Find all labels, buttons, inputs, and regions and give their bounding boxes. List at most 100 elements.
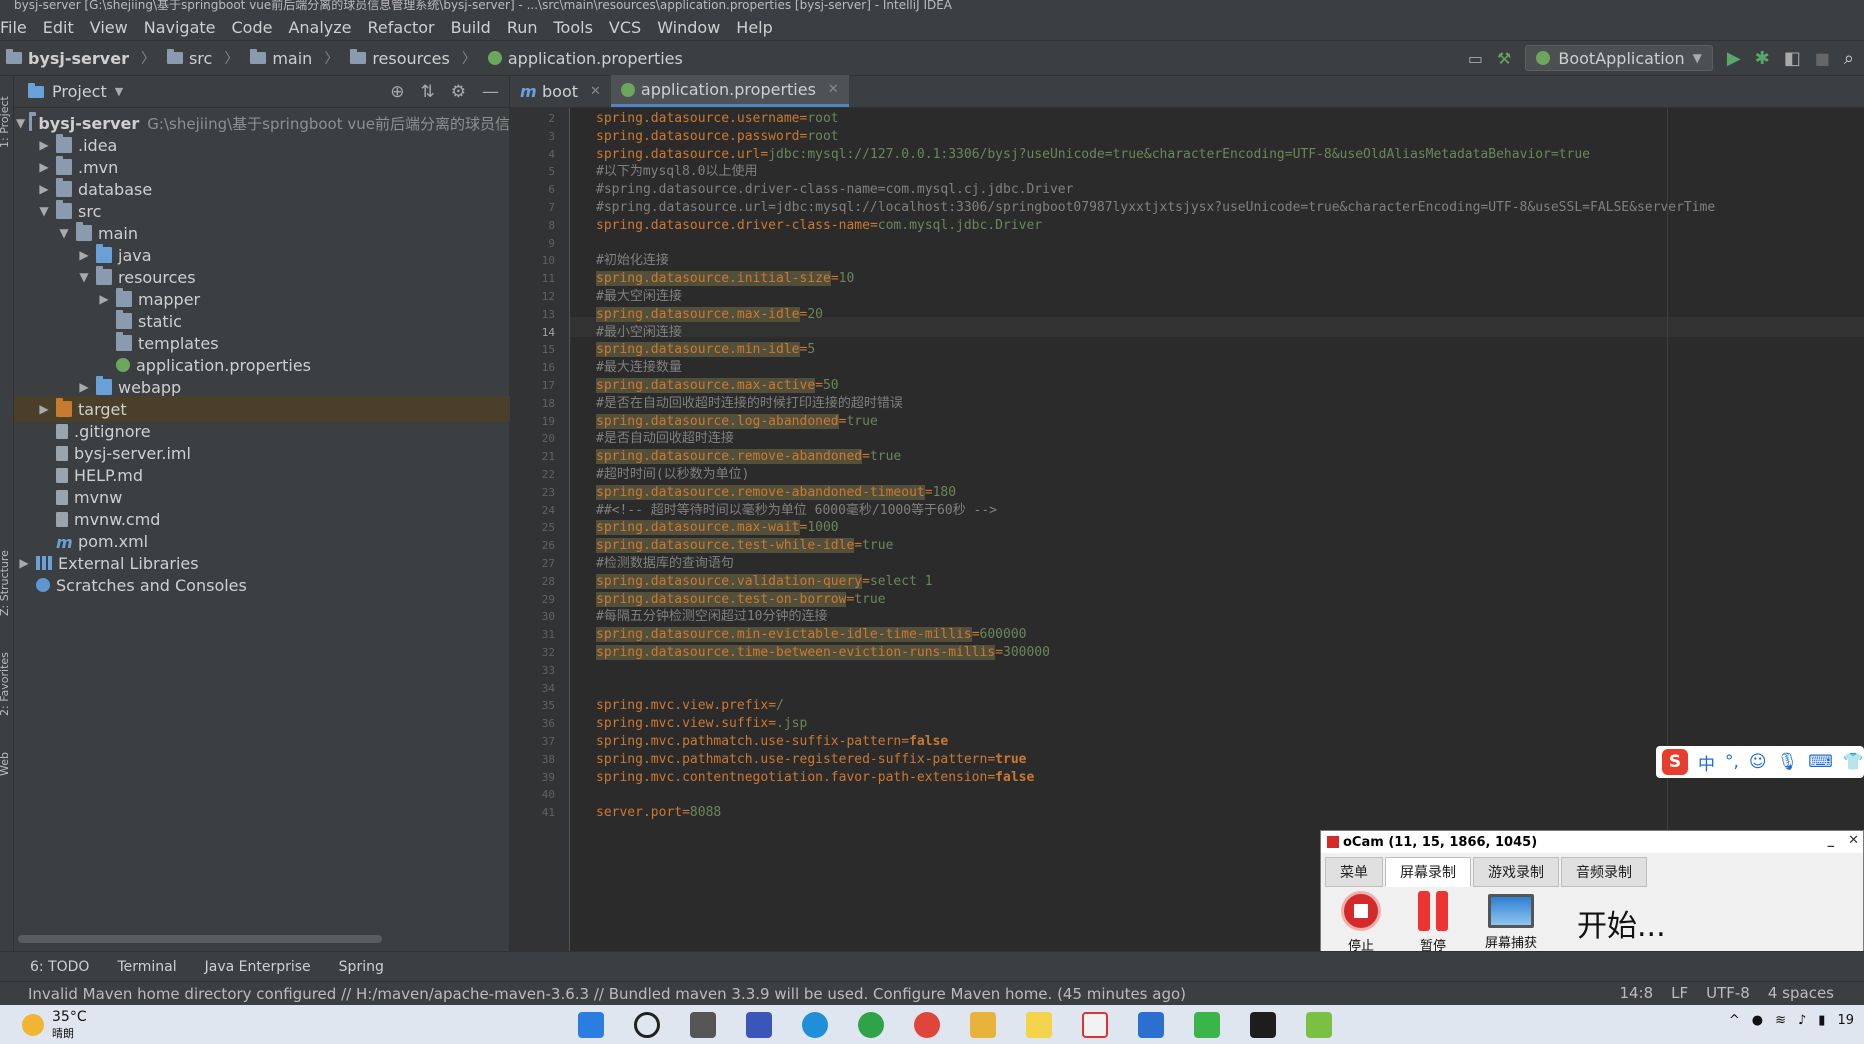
ocam-tab-menu[interactable]: 菜单 (1325, 857, 1383, 887)
screen-capture-button[interactable]: 屏幕捕获 (1485, 894, 1537, 951)
microphone-icon[interactable]: 🎙 (1777, 752, 1799, 772)
close-icon[interactable]: ✕ (1848, 833, 1859, 848)
sogou-logo[interactable]: S (1662, 749, 1688, 775)
breadcrumb-main[interactable]: main (272, 49, 312, 68)
close-icon[interactable]: ✕ (590, 84, 601, 99)
menu-navigate[interactable]: Navigate (136, 18, 224, 37)
wifi-icon[interactable]: ≋ (1775, 1013, 1786, 1028)
expand-arrow-icon[interactable]: ▶ (36, 182, 52, 196)
chevron-down-icon[interactable]: ▼ (115, 85, 123, 98)
minimize-icon[interactable]: _ (1828, 833, 1835, 848)
tab-application-properties[interactable]: application.properties ✕ (610, 75, 849, 107)
collapse-all-icon[interactable]: ⇅ (421, 82, 435, 102)
search-icon[interactable] (634, 1012, 660, 1038)
punctuation-icon[interactable]: °, (1725, 752, 1739, 772)
menu-run[interactable]: Run (499, 18, 546, 37)
emoji-icon[interactable]: ☺ (1749, 752, 1767, 772)
side-tab-favorites[interactable]: 2: Favorites (0, 652, 11, 716)
menu-code[interactable]: Code (224, 18, 281, 37)
expand-arrow-icon[interactable]: ▼ (16, 116, 25, 130)
code-editor[interactable]: spring.datasource.username=root spring.da… (570, 108, 1864, 951)
side-tab-web[interactable]: Web (0, 752, 11, 776)
tool-tab-java-enterprise[interactable]: Java Enterprise (205, 959, 311, 975)
layout-icon[interactable]: ▭ (1468, 49, 1483, 68)
browser-icon[interactable] (858, 1012, 884, 1038)
task-view-icon[interactable] (690, 1012, 716, 1038)
breadcrumb-file[interactable]: application.properties (508, 49, 683, 68)
close-icon[interactable]: ✕ (828, 82, 839, 97)
expand-arrow-icon[interactable]: ▶ (76, 380, 92, 394)
app-icon[interactable] (746, 1012, 772, 1038)
file-explorer-icon[interactable] (970, 1012, 996, 1038)
expand-arrow-icon[interactable]: ▶ (16, 556, 32, 570)
expand-arrow-icon[interactable]: ▼ (36, 204, 52, 218)
menu-view[interactable]: View (82, 18, 136, 37)
ocam-taskbar-icon[interactable] (1082, 1012, 1108, 1038)
tool-tab-spring[interactable]: Spring (339, 959, 384, 975)
run-config-select[interactable]: BootApplication ▼ (1525, 45, 1713, 71)
weather-widget[interactable]: 35°C 晴朗 (22, 1009, 87, 1041)
run-icon[interactable]: ▶ (1727, 48, 1741, 69)
tree-item-scratches[interactable]: Scratches and Consoles (14, 572, 510, 598)
coverage-icon[interactable]: ◧ (1784, 48, 1801, 69)
skin-icon[interactable]: 👕 (1843, 752, 1864, 772)
menu-edit[interactable]: Edit (35, 18, 82, 37)
expand-arrow-icon[interactable]: ▶ (76, 248, 92, 262)
debug-icon[interactable]: ✱ (1755, 48, 1770, 69)
tray-chevron-icon[interactable]: ^ (1729, 1013, 1740, 1028)
stop-icon[interactable]: ■ (1815, 49, 1830, 68)
breadcrumb-src[interactable]: src (189, 49, 212, 68)
minimize-icon[interactable]: — (482, 82, 499, 102)
menu-file[interactable]: File (0, 18, 35, 37)
caret-position[interactable]: 14:8 (1619, 984, 1653, 1002)
intellij-icon[interactable] (1250, 1012, 1276, 1038)
keyboard-icon[interactable]: ⌨ (1808, 752, 1833, 772)
tab-boot[interactable]: m boot ✕ (510, 75, 611, 107)
menu-build[interactable]: Build (443, 18, 499, 37)
windows-start-icon[interactable] (578, 1012, 604, 1038)
pause-button[interactable]: 暂停 (1415, 891, 1451, 954)
clock[interactable]: 19 (1837, 1013, 1854, 1028)
menu-window[interactable]: Window (649, 18, 728, 37)
build-hammer-icon[interactable]: ⚒ (1497, 49, 1511, 68)
expand-arrow-icon[interactable]: ▶ (96, 292, 112, 306)
stop-button[interactable]: 停止 (1341, 891, 1381, 954)
locate-icon[interactable]: ⊕ (390, 82, 404, 102)
battery-icon[interactable]: ▮ (1818, 1013, 1825, 1028)
status-message[interactable]: Invalid Maven home directory configured … (28, 985, 1186, 1003)
expand-arrow-icon[interactable]: ▶ (36, 402, 52, 416)
gear-icon[interactable]: ⚙ (451, 82, 466, 102)
qq-icon[interactable]: ● (1752, 1013, 1763, 1028)
edge-icon[interactable] (802, 1012, 828, 1038)
menu-help[interactable]: Help (728, 18, 780, 37)
volume-icon[interactable]: ♪ (1798, 1013, 1806, 1028)
expand-arrow-icon[interactable]: ▼ (56, 226, 72, 240)
project-panel-title[interactable]: Project (52, 82, 107, 101)
app-icon[interactable] (1306, 1012, 1332, 1038)
tool-tab-terminal[interactable]: Terminal (117, 959, 176, 975)
breadcrumb-project[interactable]: bysj-server (28, 49, 129, 68)
side-tab-structure[interactable]: Z: Structure (0, 550, 11, 616)
breadcrumb-resources[interactable]: resources (372, 49, 450, 68)
expand-arrow-icon[interactable]: ▶ (36, 160, 52, 174)
side-tab-project[interactable]: 1: Project (0, 96, 11, 148)
menu-analyze[interactable]: Analyze (280, 18, 359, 37)
horizontal-scrollbar[interactable] (18, 935, 382, 943)
ocam-tab-game-record[interactable]: 游戏录制 (1473, 857, 1559, 887)
hbuilder-icon[interactable] (1194, 1012, 1220, 1038)
photos-icon[interactable] (1138, 1012, 1164, 1038)
chrome-icon[interactable] (914, 1012, 940, 1038)
ocam-tab-screen-record[interactable]: 屏幕录制 (1385, 857, 1471, 887)
ocam-tab-audio-record[interactable]: 音频录制 (1561, 857, 1647, 887)
line-separator[interactable]: LF (1671, 984, 1688, 1002)
menu-tools[interactable]: Tools (546, 18, 601, 37)
search-icon[interactable]: ⌕ (1844, 48, 1854, 69)
expand-arrow-icon[interactable]: ▶ (36, 138, 52, 152)
indent-setting[interactable]: 4 spaces (1768, 984, 1834, 1002)
ime-mode[interactable]: 中 (1698, 750, 1715, 775)
menu-refactor[interactable]: Refactor (360, 18, 443, 37)
expand-arrow-icon[interactable]: ▼ (76, 270, 92, 284)
tool-tab-todo[interactable]: 6: TODO (30, 959, 89, 975)
file-encoding[interactable]: UTF-8 (1706, 984, 1750, 1002)
app-icon[interactable] (1026, 1012, 1052, 1038)
